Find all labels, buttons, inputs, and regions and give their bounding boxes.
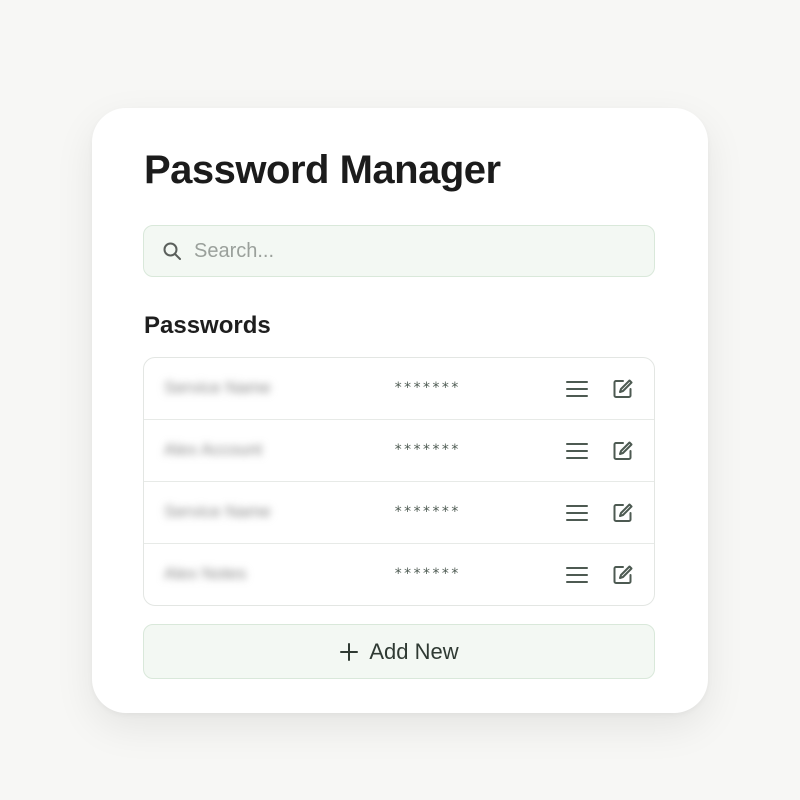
password-entry-name: Alex Account: [164, 440, 263, 459]
password-entry-name: Alex Notes: [164, 564, 247, 583]
edit-icon[interactable]: [611, 439, 635, 463]
menu-icon[interactable]: [565, 439, 589, 463]
search-input[interactable]: [194, 239, 634, 263]
edit-icon[interactable]: [611, 563, 635, 587]
menu-icon[interactable]: [565, 563, 589, 587]
plus-icon: [339, 642, 359, 662]
masked-password: *******: [394, 442, 461, 458]
menu-icon[interactable]: [565, 377, 589, 401]
add-new-button[interactable]: Add New: [143, 624, 655, 679]
password-entry-name: Service Name: [164, 378, 271, 397]
password-row[interactable]: Service Name *******: [144, 482, 654, 544]
password-row[interactable]: Alex Account *******: [144, 420, 654, 482]
masked-password: *******: [394, 504, 461, 520]
add-new-label: Add New: [369, 638, 459, 664]
password-list: Service Name ******* Alex Account ******…: [143, 357, 655, 606]
password-manager-card: Password Manager Passwords Service Name …: [92, 108, 708, 713]
password-entry-name: Service Name: [164, 502, 271, 521]
search-icon: [162, 241, 182, 261]
edit-icon[interactable]: [611, 377, 635, 401]
password-row[interactable]: Alex Notes *******: [144, 544, 654, 605]
search-bar[interactable]: [143, 225, 655, 277]
masked-password: *******: [394, 380, 461, 396]
edit-icon[interactable]: [611, 501, 635, 525]
menu-icon[interactable]: [565, 501, 589, 525]
password-row[interactable]: Service Name *******: [144, 358, 654, 420]
passwords-heading: Passwords: [144, 312, 271, 339]
page-title: Password Manager: [144, 148, 501, 192]
masked-password: *******: [394, 566, 461, 582]
